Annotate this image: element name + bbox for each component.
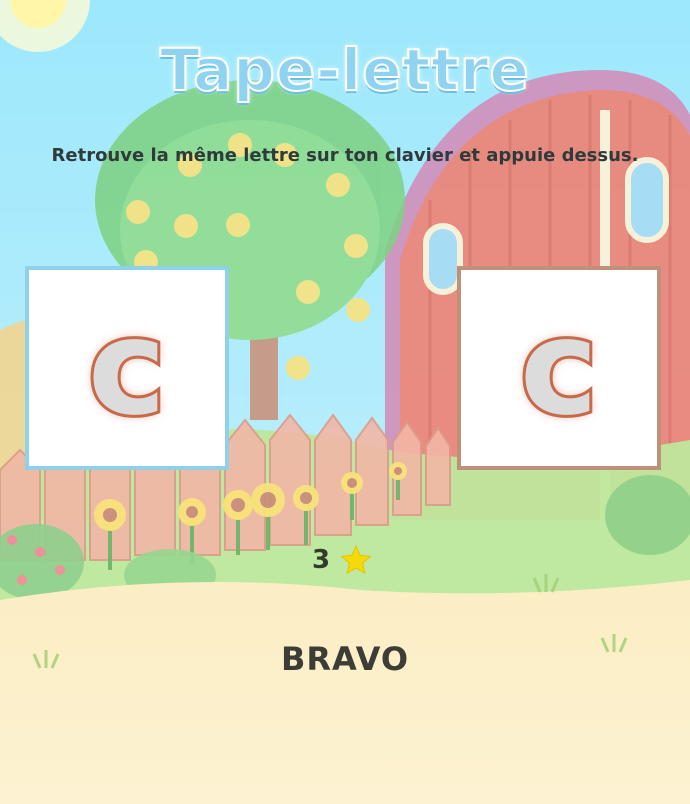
score-value: 3 bbox=[312, 545, 331, 575]
typed-letter: c bbox=[517, 291, 601, 445]
feedback-message: BRAVO bbox=[280, 640, 410, 678]
instruction-text: Retrouve la même lettre sur ton clavier … bbox=[51, 145, 639, 166]
score-counter: 3 bbox=[312, 544, 372, 576]
star-icon bbox=[340, 544, 372, 575]
target-letter-card: c bbox=[25, 266, 229, 470]
target-letter: c bbox=[85, 291, 169, 445]
game-title: Tape-lettre bbox=[159, 35, 530, 105]
typed-letter-card: c bbox=[457, 266, 661, 470]
